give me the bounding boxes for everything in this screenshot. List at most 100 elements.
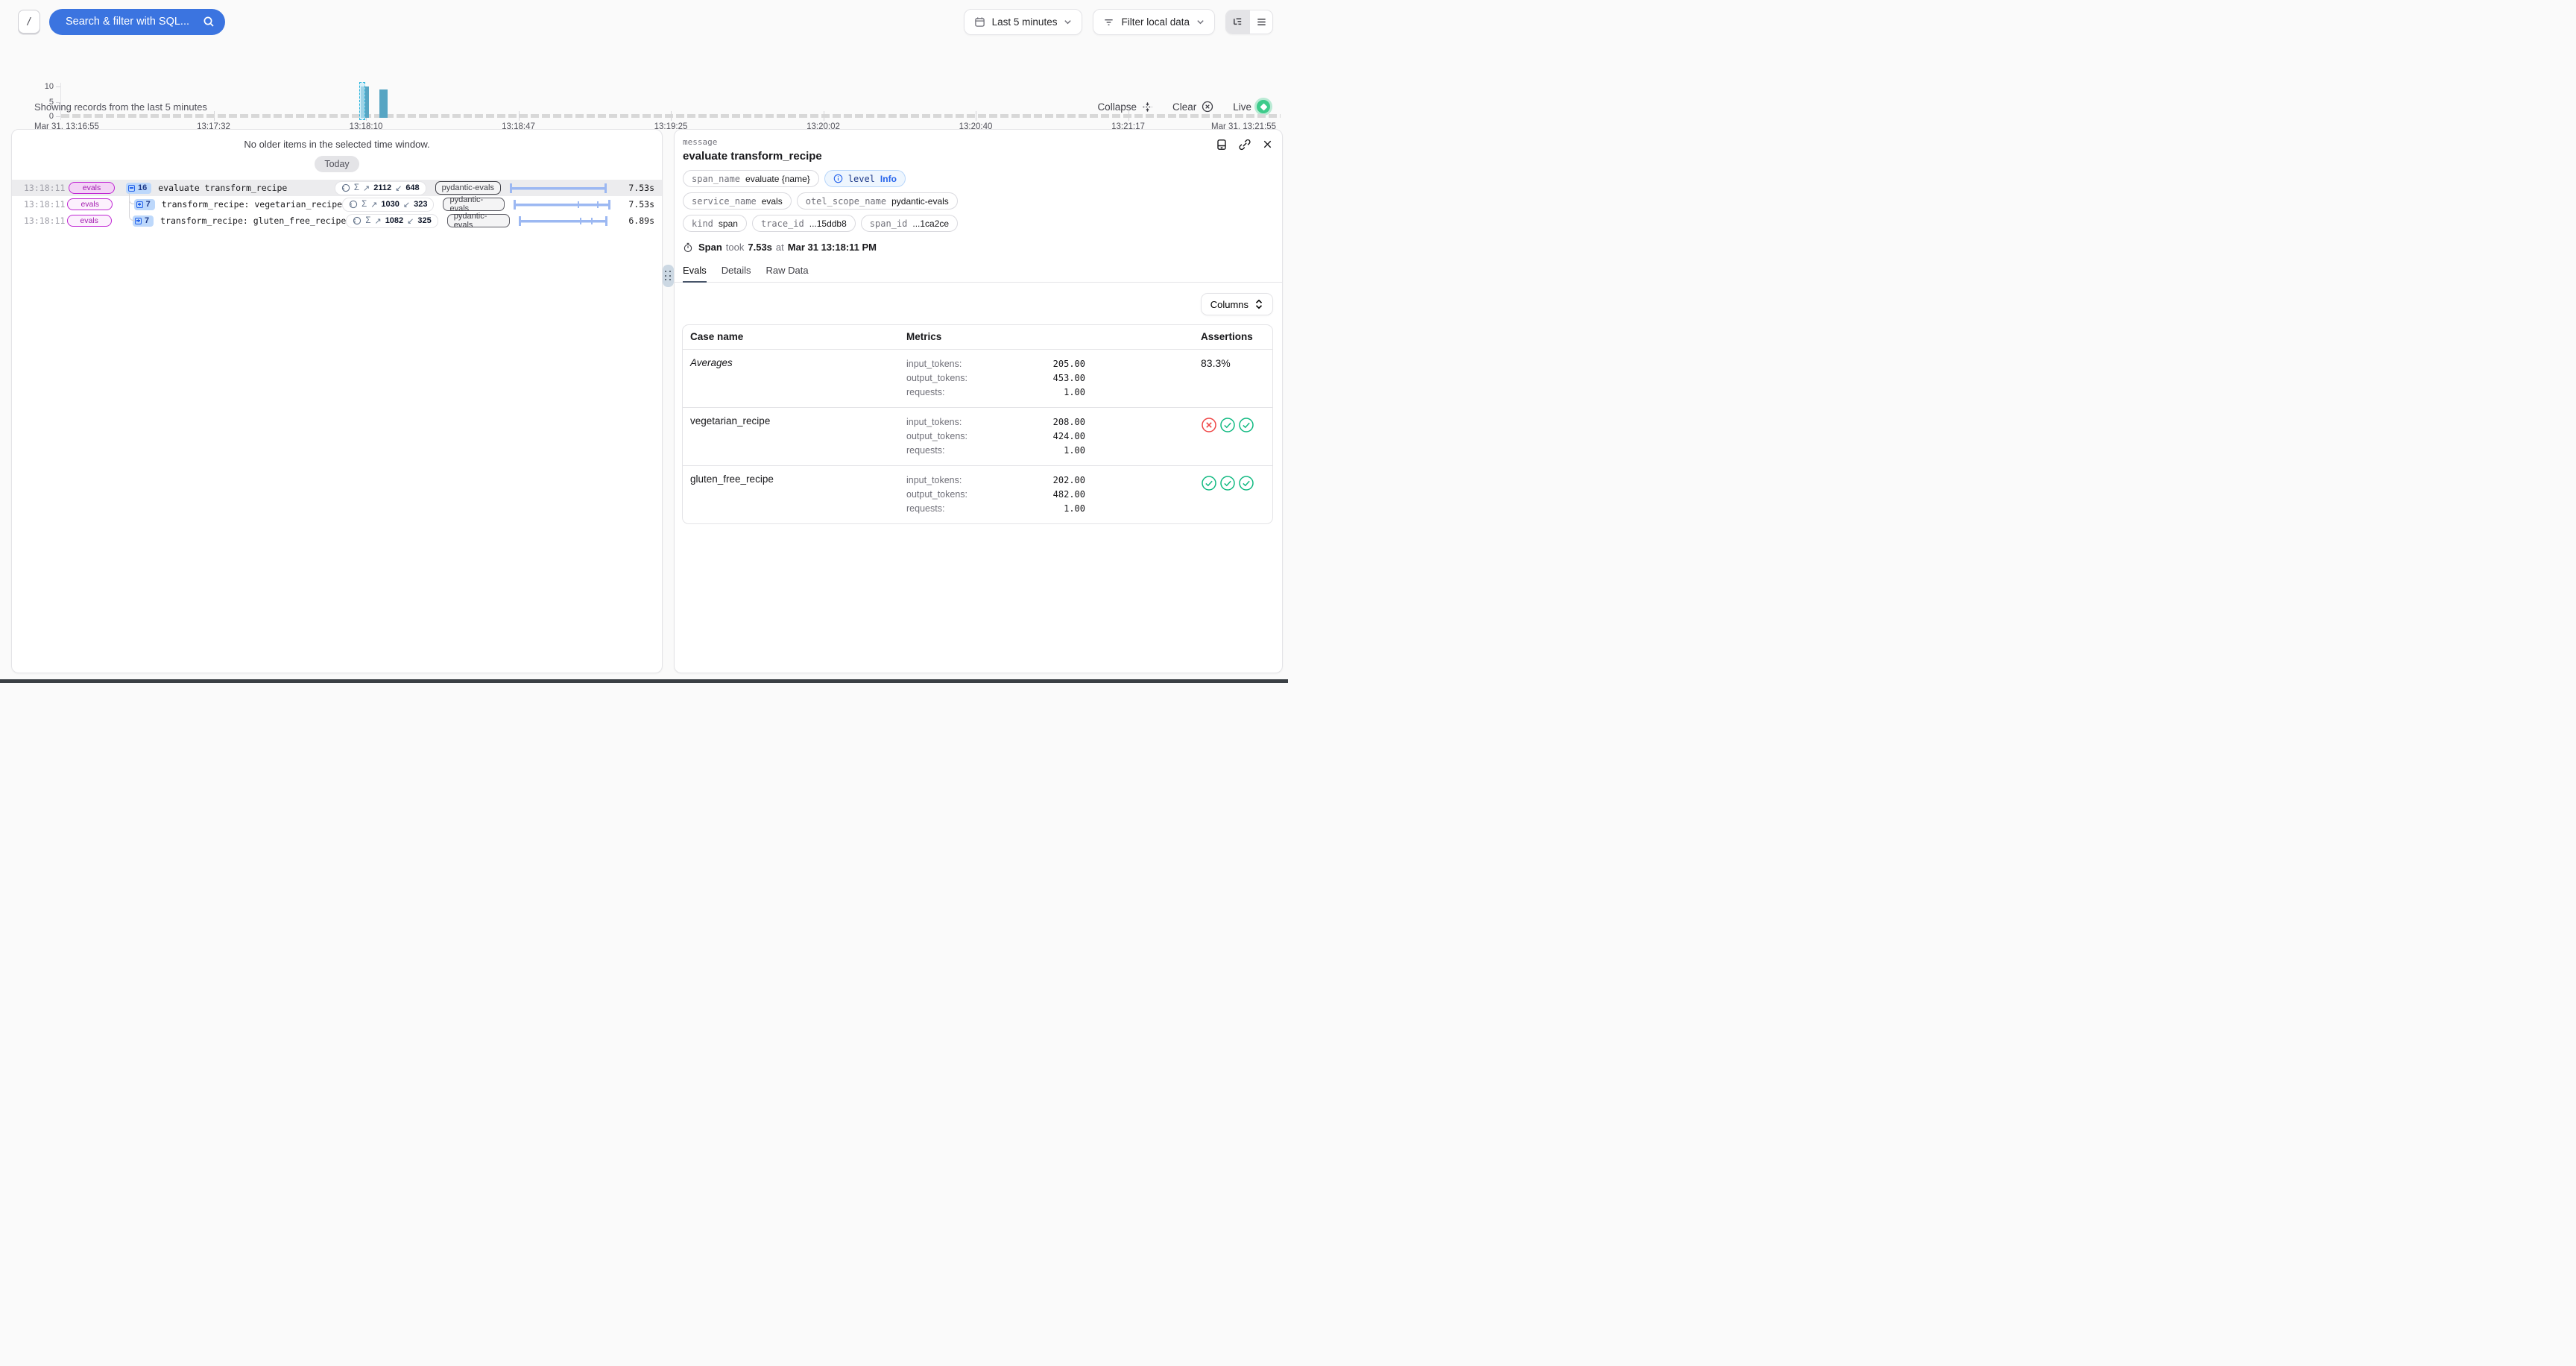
today-pill[interactable]: Today [315,156,359,172]
search-button[interactable]: Search & filter with SQL... [49,9,225,35]
metric-value: 202.00 [1053,473,1085,488]
chevron-down-icon [1196,18,1205,26]
assertion-fail-icon[interactable] [1201,417,1217,433]
metric-value: 1.00 [1064,502,1085,516]
metrics-header: Metrics [906,331,1085,342]
trace-row-child[interactable]: 13:18:11 evals 7 transform_recipe: glute… [12,213,662,229]
records-histogram[interactable]: 10 5 0 Mar 31. 13:16:55 13:17:32 13:18:1… [0,37,1288,94]
attr-value: pydantic-evals [891,196,949,207]
detail-tabs: Evals Details Raw Data [675,253,1282,283]
calendar-icon [974,16,985,28]
assertion-pass-icon[interactable] [1238,417,1254,433]
attr-value: evals [762,196,783,207]
scope-tag: pydantic-evals [447,214,510,227]
splitter-grip-icon[interactable] [663,265,674,287]
time-range-dropdown[interactable]: Last 5 minutes [964,9,1083,35]
sigma-icon: Σ [354,183,359,192]
otel-scope-name-pill[interactable]: otel_scope_name pydantic-evals [797,192,958,210]
metric-label: output_tokens: [906,429,967,444]
duration-sub-span-tick [580,218,581,224]
filter-local-data-dropdown[interactable]: Filter local data [1093,9,1215,35]
expand-children-chip[interactable]: 7 [133,215,154,227]
assertion-pass-icon[interactable] [1201,475,1217,491]
metric-label: output_tokens: [906,371,967,385]
panel-splitter[interactable] [661,0,674,683]
attr-value: span [719,218,738,229]
assertion-pass-icon[interactable] [1219,475,1236,491]
output-tokens-count: 323 [414,200,427,209]
y-axis-tick-label: 10 [28,82,54,91]
top-toolbar: / Search & filter with SQL... Last 5 min… [0,0,1288,36]
y-axis-tick-label: 0 [28,112,54,121]
filter-local-data-label: Filter local data [1121,16,1190,28]
no-older-items-text: No older items in the selected time wind… [12,130,662,150]
tab-evals[interactable]: Evals [683,265,707,283]
histogram-bar[interactable] [379,89,388,118]
view-mode-toggle [1225,10,1273,34]
metric-label: requests: [906,385,944,400]
token-coin-icon [341,183,350,192]
evals-badge: evals [67,198,112,210]
attribute-pills: span_name evaluate {name} level Info ser… [675,163,1282,232]
list-view-toggle[interactable] [1249,10,1272,34]
metric-value: 1.00 [1064,444,1085,458]
metric-label: input_tokens: [906,415,962,429]
arrow-up-right-icon: ↗ [363,183,370,193]
dock-panel-icon[interactable] [1216,139,1228,151]
attr-value: ...15ddb8 [809,218,847,229]
close-icon[interactable] [1262,139,1273,151]
arrow-down-left-icon: ↙ [407,216,414,226]
case-name: gluten_free_recipe [683,473,906,485]
metric-value: 453.00 [1053,371,1085,385]
assertion-percentage: 83.3% [1201,357,1231,369]
collapse-children-chip[interactable]: 16 [126,183,151,194]
token-metrics-chip: Σ ↗1030 ↙323 [342,198,434,212]
assertion-pass-icon[interactable] [1238,475,1254,491]
tab-raw-data[interactable]: Raw Data [766,265,809,282]
evals-table-row-vegetarian[interactable]: vegetarian_recipe input_tokens:208.00 ou… [683,407,1272,465]
tree-view-toggle[interactable] [1226,10,1249,34]
trace-row-child[interactable]: 13:18:11 evals 7 transform_recipe: veget… [12,196,662,213]
duration-sub-span-tick [597,201,599,208]
trace-timestamp: 13:18:11 [24,199,67,210]
span-name-pill[interactable]: span_name evaluate {name} [683,170,819,187]
evals-table-row-gluten-free[interactable]: gluten_free_recipe input_tokens:202.00 o… [683,465,1272,523]
metric-label: output_tokens: [906,488,967,502]
histogram-selection[interactable] [359,82,365,120]
span-duration-bar [519,216,607,226]
evals-table-row-averages[interactable]: Averages input_tokens:205.00 output_toke… [683,349,1272,407]
kind-pill[interactable]: kind span [683,215,747,232]
metric-value: 482.00 [1053,488,1085,502]
metric-label: requests: [906,444,944,458]
output-tokens-count: 325 [417,216,431,225]
attr-key: otel_scope_name [806,196,886,207]
copy-link-icon[interactable] [1239,139,1251,151]
info-circle-icon [833,174,843,183]
plus-box-icon [135,218,142,224]
input-tokens-count: 1082 [385,216,403,225]
token-metrics-chip: Σ ↗1082 ↙325 [346,214,438,228]
level-pill[interactable]: level Info [824,170,906,187]
tab-details[interactable]: Details [722,265,751,282]
attr-key: span_name [692,174,740,184]
assertion-pass-icon[interactable] [1219,417,1236,433]
span-id-pill[interactable]: span_id ...1ca2ce [861,215,958,232]
arrow-down-left-icon: ↙ [395,183,402,193]
trace-id-pill[interactable]: trace_id ...15ddb8 [752,215,856,232]
span-duration-text: 7.53s [619,199,654,210]
arrow-down-left-icon: ↙ [403,200,410,210]
attr-key: level [848,174,875,184]
span-timing-line: Span took 7.53s at Mar 31 13:18:11 PM [675,232,1282,253]
attr-value: evaluate {name} [745,174,810,184]
columns-button[interactable]: Columns [1201,293,1273,315]
trace-timestamp: 13:18:11 [24,215,67,226]
scope-tag: pydantic-evals [443,198,504,211]
output-tokens-count: 648 [405,183,419,192]
metric-value: 205.00 [1053,357,1085,371]
chevron-down-icon [1064,18,1072,26]
trace-row-root[interactable]: 13:18:11 evals 16 evaluate transform_rec… [12,180,662,196]
filter-lines-icon [1103,16,1114,28]
service-name-pill[interactable]: service_name evals [683,192,792,210]
expand-children-chip[interactable]: 7 [134,199,155,210]
attr-key: span_id [870,218,908,229]
